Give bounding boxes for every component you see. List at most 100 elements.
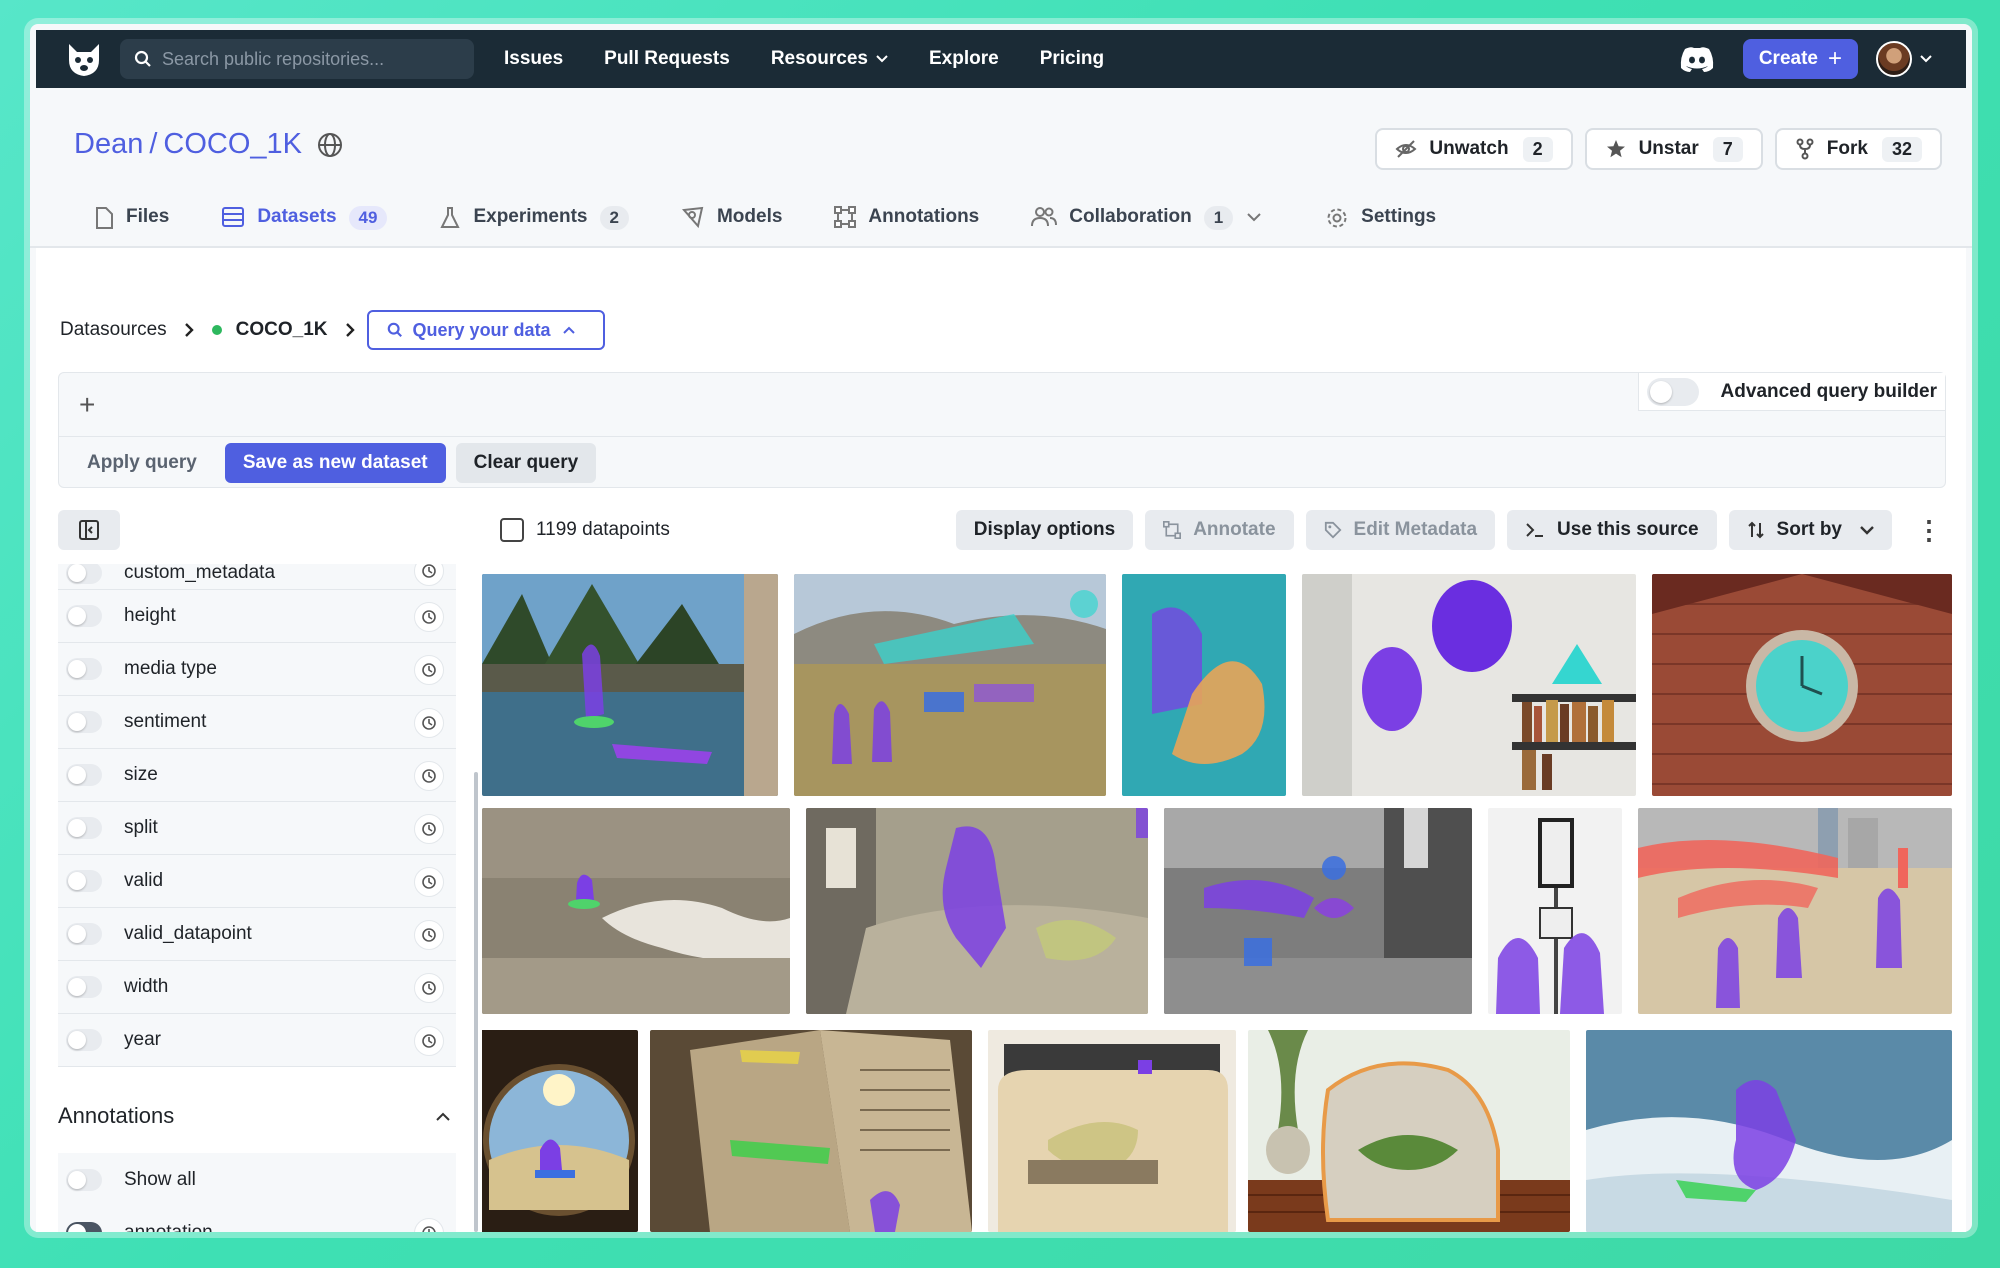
history-icon[interactable]: [414, 1218, 444, 1232]
chevron-down-icon[interactable]: [1920, 55, 1932, 63]
history-icon[interactable]: [414, 602, 444, 632]
gallery-image[interactable]: [1638, 808, 1952, 1014]
history-icon[interactable]: [414, 708, 444, 738]
select-all-checkbox[interactable]: [500, 518, 524, 542]
repo-name-link[interactable]: COCO_1K: [163, 128, 302, 161]
field-row: custom_metadata: [58, 564, 456, 590]
annotation-toggle[interactable]: [66, 1221, 102, 1232]
use-this-source-button[interactable]: Use this source: [1507, 510, 1717, 550]
unstar-label: Unstar: [1638, 138, 1699, 159]
nav-pull-requests[interactable]: Pull Requests: [604, 48, 730, 70]
gallery-image[interactable]: [1488, 808, 1622, 1014]
avatar[interactable]: [1876, 41, 1912, 77]
chevron-down-icon: [876, 55, 888, 63]
nav-issues[interactable]: Issues: [504, 48, 563, 70]
history-icon[interactable]: [414, 1026, 444, 1056]
gallery-image[interactable]: [1122, 574, 1286, 796]
bounding-box-icon: [834, 206, 857, 228]
sidebar-scrollbar[interactable]: [474, 772, 478, 1232]
gallery-image[interactable]: [1248, 1030, 1570, 1232]
users-icon: [1031, 207, 1058, 227]
create-label: Create: [1758, 48, 1818, 69]
field-toggle[interactable]: [66, 923, 102, 945]
unwatch-label: Unwatch: [1429, 138, 1509, 159]
flask-icon: [440, 207, 461, 228]
show-all-toggle[interactable]: [66, 1168, 102, 1191]
field-toggle[interactable]: [66, 1029, 102, 1051]
history-icon[interactable]: [414, 973, 444, 1003]
create-button[interactable]: Create +: [1742, 39, 1858, 79]
field-label: height: [124, 605, 176, 626]
gallery-image[interactable]: [806, 808, 1148, 1014]
advanced-query-toggle[interactable]: [1646, 377, 1699, 406]
nav-resources[interactable]: Resources: [771, 48, 888, 70]
annotate-label: Annotate: [1193, 519, 1276, 540]
history-icon[interactable]: [414, 920, 444, 950]
field-toggle[interactable]: [66, 605, 102, 627]
display-options-button[interactable]: Display options: [955, 510, 1134, 550]
gallery-image[interactable]: [650, 1030, 972, 1232]
sidebar-toggle-button[interactable]: [58, 510, 120, 550]
field-toggle[interactable]: [66, 870, 102, 892]
gallery-image[interactable]: [988, 1030, 1236, 1232]
save-as-dataset-button[interactable]: Save as new dataset: [224, 443, 446, 483]
discord-icon[interactable]: [1679, 45, 1715, 73]
field-toggle[interactable]: [66, 817, 102, 839]
more-options-icon[interactable]: ⋮: [1916, 515, 1942, 546]
star-icon: [1606, 140, 1625, 158]
history-icon[interactable]: [414, 814, 444, 844]
annotate-button[interactable]: Annotate: [1145, 510, 1294, 550]
field-row: width: [58, 961, 456, 1014]
field-toggle[interactable]: [66, 711, 102, 733]
fork-button[interactable]: Fork 32: [1774, 128, 1942, 170]
annotation-row: annotation: [58, 1206, 456, 1232]
gallery-image[interactable]: [1302, 574, 1636, 796]
edit-metadata-label: Edit Metadata: [1353, 519, 1478, 540]
history-icon[interactable]: [414, 867, 444, 897]
search-placeholder[interactable]: Search public repositories...: [162, 49, 384, 70]
field-toggle[interactable]: [66, 658, 102, 680]
gallery-image[interactable]: [794, 574, 1106, 796]
breadcrumb-datasources[interactable]: Datasources: [60, 319, 167, 341]
dagshub-logo-icon[interactable]: [62, 37, 106, 81]
field-toggle[interactable]: [66, 976, 102, 998]
edit-metadata-button[interactable]: Edit Metadata: [1305, 510, 1496, 550]
unwatch-button[interactable]: Unwatch 2: [1375, 128, 1573, 170]
history-icon[interactable]: [414, 761, 444, 791]
search-bar[interactable]: Search public repositories...: [120, 39, 474, 79]
metadata-sidebar: custom_metadata height media type sentim…: [58, 564, 460, 1232]
field-label: valid_datapoint: [124, 923, 252, 944]
tab-datasets-count: 49: [348, 206, 388, 230]
model-icon: [681, 206, 704, 229]
sidebar-panel-icon: [79, 520, 99, 540]
datasource-view: Datasources COCO_1K Query your data + Ad…: [36, 248, 1966, 1232]
advanced-query-builder: Advanced query builder: [1637, 373, 1945, 411]
gallery-image[interactable]: [1164, 808, 1472, 1014]
gallery-image[interactable]: [482, 808, 790, 1014]
field-toggle[interactable]: [66, 764, 102, 786]
gallery-image[interactable]: [482, 1030, 638, 1232]
history-icon[interactable]: [414, 564, 444, 586]
chevron-down-icon[interactable]: [1247, 213, 1261, 222]
sort-icon: [1747, 521, 1764, 539]
add-condition-button[interactable]: +: [79, 389, 95, 421]
query-your-data-button[interactable]: Query your data: [366, 310, 605, 350]
nav-pricing[interactable]: Pricing: [1040, 48, 1104, 70]
annotations-section-header[interactable]: Annotations: [58, 1103, 456, 1129]
nav-explore[interactable]: Explore: [929, 48, 999, 70]
bounding-box-icon: [1163, 521, 1182, 539]
breadcrumb-current[interactable]: COCO_1K: [236, 319, 328, 341]
app-window: Search public repositories... Issues Pul…: [30, 24, 1972, 1232]
gallery-image[interactable]: [1652, 574, 1952, 796]
sort-by-button[interactable]: Sort by: [1728, 510, 1892, 550]
fork-label: Fork: [1826, 138, 1868, 159]
clear-query-button[interactable]: Clear query: [455, 443, 597, 483]
apply-query-button[interactable]: Apply query: [69, 443, 215, 483]
repo-owner-link[interactable]: Dean: [74, 128, 143, 161]
tab-settings-label: Settings: [1361, 206, 1437, 227]
field-toggle[interactable]: [66, 564, 102, 584]
gallery-image[interactable]: [482, 574, 778, 796]
history-icon[interactable]: [414, 655, 444, 685]
gallery-image[interactable]: [1586, 1030, 1952, 1232]
unstar-button[interactable]: Unstar 7: [1584, 128, 1763, 170]
